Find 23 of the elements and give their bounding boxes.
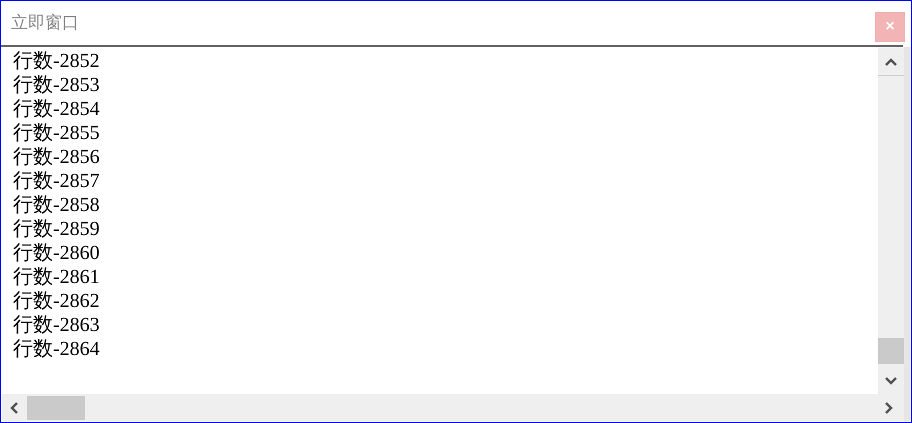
scroll-left-icon[interactable] (9, 401, 19, 415)
close-button[interactable]: × (875, 12, 905, 42)
output-line: 行数-2862 (13, 289, 101, 313)
scroll-down-icon[interactable] (884, 376, 898, 386)
output-line: 行数-2859 (13, 217, 101, 241)
output-line: 行数-2861 (13, 265, 101, 289)
output-line: 行数-2853 (13, 73, 101, 97)
window-title: 立即窗口 (11, 12, 79, 34)
scroll-thumb[interactable] (878, 338, 904, 364)
horizontal-scrollbar[interactable] (1, 394, 904, 422)
scroll-thumb[interactable] (27, 396, 85, 420)
output-line: 行数-2857 (13, 169, 101, 193)
scroll-up-icon[interactable] (884, 57, 898, 67)
output-line: 行数-2854 (13, 97, 101, 121)
output-line: 行数-2852 (13, 49, 101, 73)
scroll-right-icon[interactable] (884, 401, 894, 415)
output-line: 行数-2864 (13, 337, 101, 361)
output-line: 行数-2856 (13, 145, 101, 169)
output-line: 行数-2858 (13, 193, 101, 217)
output-line: 行数-2863 (13, 313, 101, 337)
vertical-scrollbar[interactable] (878, 47, 904, 394)
output-line: 行数-2855 (13, 121, 101, 145)
output-line: 行数-2860 (13, 241, 101, 265)
